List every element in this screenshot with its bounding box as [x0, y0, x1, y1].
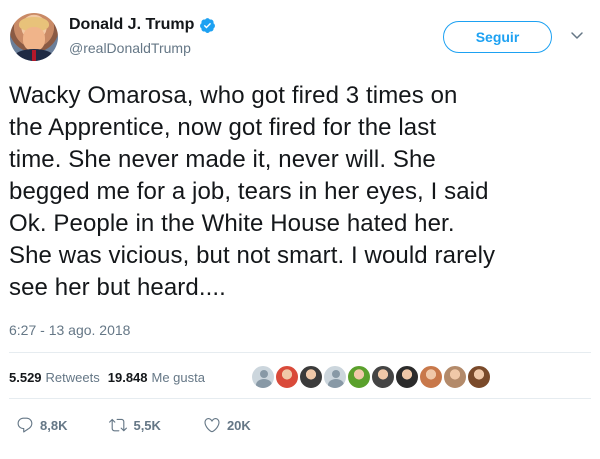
divider [9, 398, 591, 399]
retweet-icon [109, 418, 128, 432]
likes-label: Me gusta [151, 370, 205, 385]
tweet-actions: 8,8K 5,5K 20K [16, 416, 293, 434]
likes-stat[interactable]: 19.848 Me gusta [108, 370, 205, 385]
like-button[interactable]: 20K [203, 416, 251, 434]
retweet-count: 5,5K [133, 417, 161, 433]
liker-avatar[interactable] [322, 364, 348, 390]
author-display-name[interactable]: Donald J. Trump [69, 16, 194, 34]
author-handle[interactable]: @realDonaldTrump [69, 40, 191, 56]
author-name-row: Donald J. Trump [69, 16, 216, 34]
chevron-down-icon[interactable] [569, 27, 585, 43]
tweet-line: time. She never made it, never will. She [9, 146, 436, 173]
heart-icon [204, 418, 220, 433]
tweet-line: She was vicious, but not smart. I would … [9, 242, 496, 269]
liker-avatar[interactable] [346, 364, 372, 390]
reply-button[interactable]: 8,8K [16, 416, 67, 434]
tweet-text: Wacky Omarosa, who got fired 3 times on … [9, 80, 594, 304]
liker-avatar[interactable] [466, 364, 492, 390]
retweets-label: Retweets [45, 370, 100, 385]
likes-count: 19.848 [107, 370, 148, 385]
tweet-line: Wacky Omarosa, who got fired 3 times on [9, 82, 458, 109]
tweet-header: Donald J. Trump @realDonaldTrump Seguir [0, 0, 600, 72]
tweet-line: the Apprentice, now got fired for the la… [9, 114, 437, 141]
tweet-line: Ok. People in the White House hated her. [9, 210, 455, 237]
liker-avatars [250, 364, 492, 390]
like-count: 20K [226, 417, 251, 433]
liker-avatar[interactable] [298, 364, 324, 390]
retweets-stat[interactable]: 5.529 Retweets [9, 370, 100, 385]
liker-avatar[interactable] [394, 364, 420, 390]
author-avatar[interactable] [10, 13, 58, 61]
reply-count: 8,8K [40, 417, 68, 433]
follow-button[interactable]: Seguir [443, 21, 552, 53]
liker-avatar[interactable] [250, 364, 276, 390]
retweets-count: 5.529 [9, 370, 42, 385]
retweet-button[interactable]: 5,5K [109, 416, 161, 434]
tweet-line: see her but heard.... [9, 274, 226, 301]
reply-icon [17, 417, 33, 433]
liker-avatar[interactable] [442, 364, 468, 390]
tweet-stats: 5.529 Retweets 19.848 Me gusta [9, 370, 205, 385]
divider [9, 352, 591, 353]
verified-badge-icon [200, 17, 216, 33]
liker-avatar[interactable] [274, 364, 300, 390]
tweet-line: begged me for a job, tears in her eyes, … [9, 178, 489, 205]
liker-avatar[interactable] [370, 364, 396, 390]
liker-avatar[interactable] [418, 364, 444, 390]
tweet-timestamp[interactable]: 6:27 - 13 ago. 2018 [9, 322, 130, 338]
